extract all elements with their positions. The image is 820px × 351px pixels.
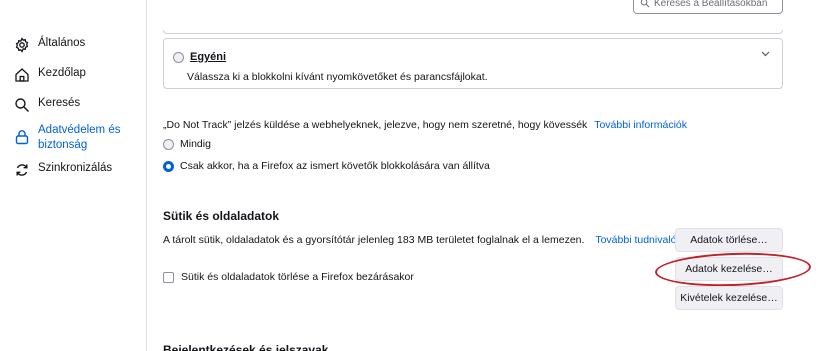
sidebar-item-privacy[interactable]: Adatvédelem és biztonság: [14, 123, 120, 153]
strict-option-box: [163, 30, 783, 34]
dnt-only-label: Csak akkor, ha a Firefox az ismert követ…: [180, 160, 490, 172]
delete-on-close-label: Sütik és oldaladatok törlése a Firefox b…: [181, 271, 414, 283]
custom-radio[interactable]: [173, 51, 184, 63]
custom-protection-box[interactable]: Egyéni Válassza ki a blokkolni kívánt ny…: [163, 38, 783, 89]
dnt-description: „Do Not Track” jelzés küldése a webhelye…: [163, 119, 687, 131]
manage-exceptions-button[interactable]: Kivételek kezelése…: [675, 286, 783, 310]
sidebar-item-label: Általános: [38, 37, 86, 49]
dnt-only-option[interactable]: Csak akkor, ha a Firefox az ismert követ…: [163, 160, 490, 172]
lock-icon: [15, 130, 29, 145]
sidebar-item-label: Kezdőlap: [38, 67, 86, 79]
chevron-down-icon[interactable]: [761, 49, 770, 59]
sidebar: Általános Kezdőlap Keresés Adatvédelem é…: [0, 0, 146, 351]
sidebar-divider: [146, 0, 147, 351]
delete-on-close-checkbox[interactable]: [163, 271, 174, 283]
search-icon: [15, 98, 29, 112]
dnt-only-radio[interactable]: [163, 160, 174, 172]
sidebar-item-label: Szinkronizálás: [38, 162, 113, 174]
cookies-usage-text: A tárolt sütik, oldaladatok és a gyorsít…: [163, 234, 585, 246]
sync-icon: [16, 164, 28, 176]
sidebar-item-sync[interactable]: Szinkronizálás: [14, 162, 112, 178]
dnt-always-label: Mindig: [180, 138, 211, 150]
sidebar-item-label-line1: Adatvédelem és: [38, 124, 121, 136]
dnt-always-option[interactable]: Mindig: [163, 138, 211, 150]
dnt-text: „Do Not Track” jelzés küldése a webhelye…: [163, 119, 588, 131]
custom-title: Egyéni: [190, 51, 227, 63]
dnt-always-radio[interactable]: [163, 138, 174, 150]
sidebar-item-search[interactable]: Keresés: [14, 97, 80, 113]
custom-description: Válassza ki a blokkolni kívánt nyomkövet…: [187, 71, 488, 83]
search-placeholder: Keresés a Beállításokban: [654, 0, 768, 9]
logins-section-title: Bejelentkezések és jelszavak: [163, 343, 329, 351]
settings-search-input[interactable]: Keresés a Beállításokban: [633, 0, 783, 14]
delete-on-close-option[interactable]: Sütik és oldaladatok törlése a Firefox b…: [163, 271, 414, 283]
search-icon: [640, 0, 650, 8]
sidebar-item-general[interactable]: Általános: [14, 37, 85, 53]
sidebar-item-home[interactable]: Kezdőlap: [14, 67, 86, 83]
dnt-learn-more-link[interactable]: További információk: [594, 119, 687, 131]
gear-icon: [15, 37, 29, 53]
custom-radio-row[interactable]: Egyéni: [173, 51, 226, 63]
clear-data-button[interactable]: Adatok törlése…: [675, 228, 783, 252]
home-icon: [15, 68, 29, 82]
cookies-section-title: Sütik és oldaladatok: [163, 209, 280, 223]
sidebar-item-label: Keresés: [38, 97, 81, 109]
sidebar-item-label-line2: biztonság: [38, 139, 88, 151]
cookies-usage: A tárolt sütik, oldaladatok és a gyorsít…: [163, 234, 682, 246]
cookies-learn-more-link[interactable]: További tudnivalók: [595, 234, 681, 246]
